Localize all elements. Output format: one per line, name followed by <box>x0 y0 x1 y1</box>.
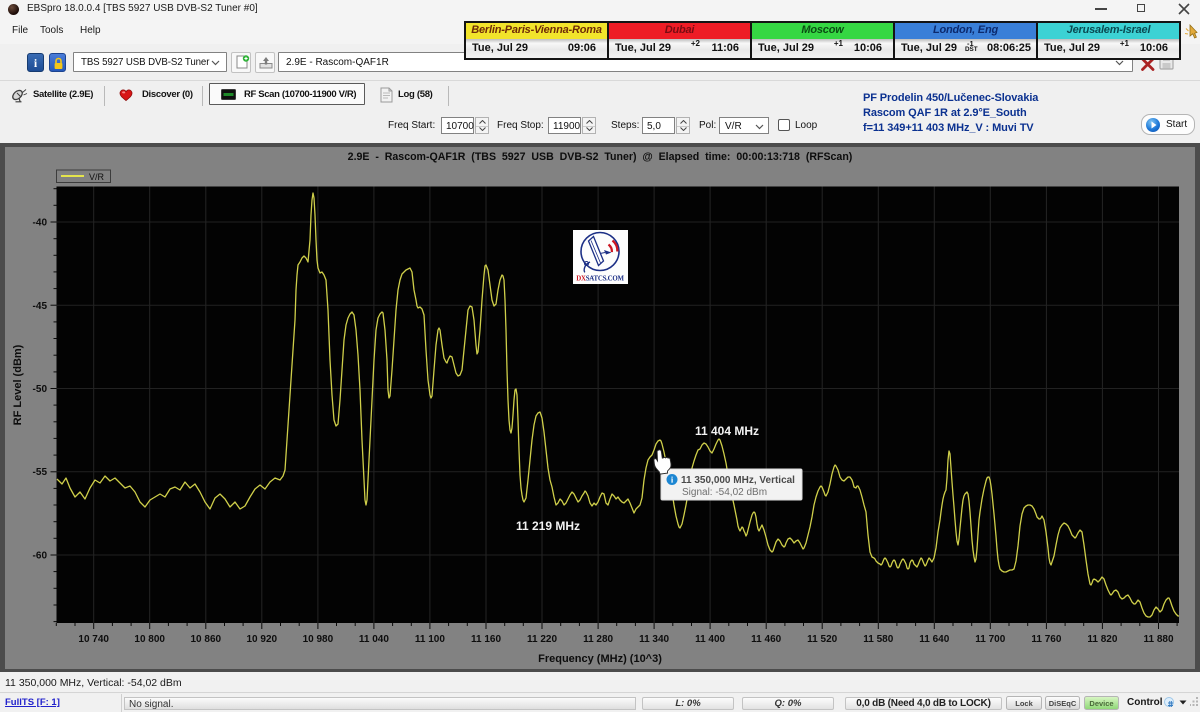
svg-text:-60: -60 <box>33 551 48 562</box>
svg-text:11 580: 11 580 <box>863 634 893 645</box>
svg-text:2.9E - Rascom-QAF1R (TBS 5: 2.9E - Rascom-QAF1R (TBS 5927 USB DVB-S2… <box>348 151 853 163</box>
svg-text:11 640: 11 640 <box>919 634 949 645</box>
svg-text:-55: -55 <box>33 467 48 478</box>
svg-text:-50: -50 <box>33 384 48 395</box>
svg-text:10 800: 10 800 <box>134 634 165 645</box>
svg-text:11 100: 11 100 <box>415 634 445 645</box>
svg-text:11 040: 11 040 <box>359 634 389 645</box>
svg-text:-45: -45 <box>33 301 48 312</box>
svg-text:RF Level (dBm): RF Level (dBm) <box>12 344 24 425</box>
svg-text:10 740: 10 740 <box>78 634 109 645</box>
svg-text:11 880: 11 880 <box>1143 634 1173 645</box>
svg-text:11 350,000 MHz, Vertical: 11 350,000 MHz, Vertical <box>681 475 795 486</box>
svg-text:10 920: 10 920 <box>247 634 278 645</box>
svg-text:-40: -40 <box>33 218 48 229</box>
svg-text:10 980: 10 980 <box>303 634 334 645</box>
svg-text:11 700: 11 700 <box>975 634 1005 645</box>
svg-text:11 400: 11 400 <box>695 634 725 645</box>
svg-text:11 820: 11 820 <box>1087 634 1117 645</box>
svg-text:DXSATCS.COM: DXSATCS.COM <box>576 276 624 283</box>
svg-text:11 404 MHz: 11 404 MHz <box>695 424 759 438</box>
svg-text:11 520: 11 520 <box>807 634 837 645</box>
svg-text:11 160: 11 160 <box>471 634 501 645</box>
svg-text:11 340: 11 340 <box>639 634 669 645</box>
svg-text:Signal: -54,02 dBm: Signal: -54,02 dBm <box>682 487 767 498</box>
svg-text:11 760: 11 760 <box>1031 634 1061 645</box>
svg-text:11 219 MHz: 11 219 MHz <box>516 519 580 533</box>
svg-text:10 860: 10 860 <box>191 634 222 645</box>
svg-text:V/R: V/R <box>89 172 105 182</box>
svg-text:Frequency (MHz) (10^3): Frequency (MHz) (10^3) <box>538 653 662 665</box>
svg-text:11 460: 11 460 <box>751 634 781 645</box>
svg-text:11 220: 11 220 <box>527 634 557 645</box>
svg-text:11 280: 11 280 <box>583 634 613 645</box>
